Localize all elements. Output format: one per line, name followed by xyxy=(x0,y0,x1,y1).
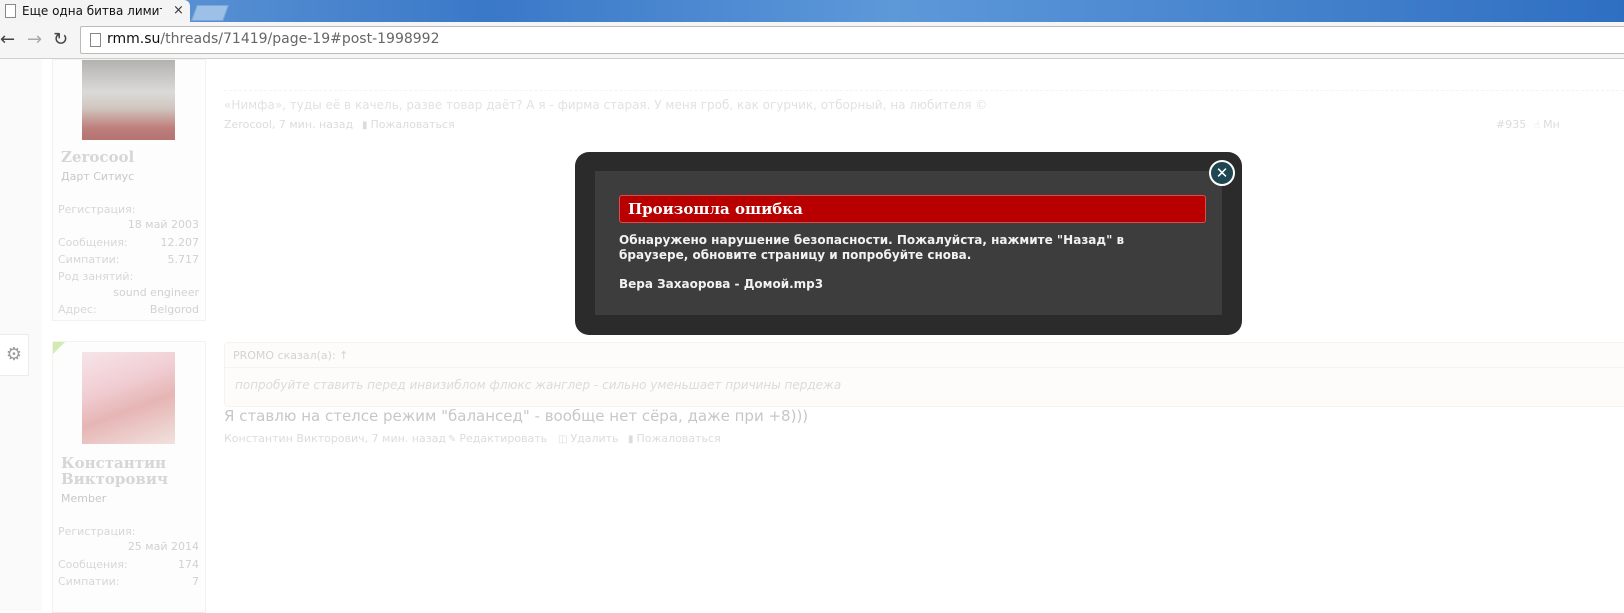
url-path: /threads/71419/page-19#post-1998992 xyxy=(160,31,440,47)
document-icon xyxy=(5,4,16,18)
url-host: rmm.su xyxy=(107,31,161,47)
address-bar[interactable]: rmm.su/threads/71419/page-19#post-199899… xyxy=(80,26,1624,54)
forward-arrow-icon[interactable]: → xyxy=(27,29,42,50)
modal-body: Произошла ошибка Обнаружено нарушение бе… xyxy=(595,171,1222,315)
error-message: Обнаружено нарушение безопасности. Пожал… xyxy=(619,233,1125,262)
modal-backdrop[interactable] xyxy=(0,59,1624,611)
error-modal: Произошла ошибка Обнаружено нарушение бе… xyxy=(575,152,1242,335)
back-arrow-icon[interactable]: ← xyxy=(0,29,15,50)
tab-close-icon[interactable]: × xyxy=(173,3,184,18)
tab-title: Еще одна битва лимитер xyxy=(22,4,162,18)
page-icon xyxy=(90,33,101,47)
new-tab-button[interactable] xyxy=(191,5,229,21)
error-extra-text: Вера Захаорова - Домой.mp3 xyxy=(619,277,824,291)
url-text[interactable]: rmm.su/threads/71419/page-19#post-199899… xyxy=(107,31,439,47)
close-icon[interactable]: ✕ xyxy=(1209,160,1235,186)
reload-icon[interactable]: ↻ xyxy=(53,29,68,50)
tab-strip: Еще одна битва лимитер × xyxy=(0,0,1624,22)
error-heading: Произошла ошибка xyxy=(619,195,1206,223)
browser-toolbar: ← → ↻ rmm.su/threads/71419/page-19#post-… xyxy=(0,22,1624,59)
browser-tab[interactable]: Еще одна битва лимитер × xyxy=(0,0,190,22)
